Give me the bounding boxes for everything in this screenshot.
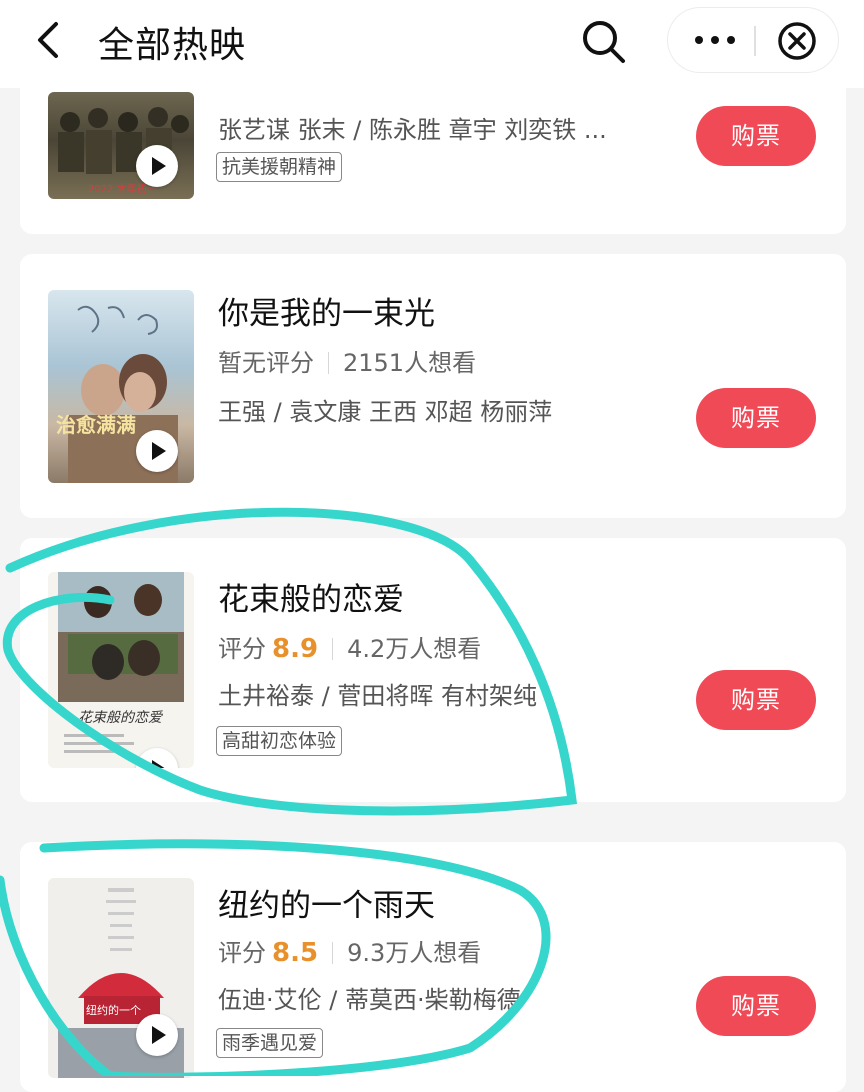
movie-poster[interactable]: 花束般的恋爱 [48, 572, 194, 768]
top-nav-bar: 全部热映 [0, 0, 864, 88]
movie-card[interactable]: 纽约的一个 纽约的一个雨天 评分 8.5 9.3万人想看 伍迪·艾伦 / 蒂莫西·柴… [20, 842, 846, 1092]
rating-label: 评分 [218, 635, 266, 663]
rating-score: 8.9 [272, 634, 319, 664]
movie-tag: 抗美援朝精神 [216, 152, 343, 182]
meta-divider [332, 942, 334, 964]
buy-ticket-button[interactable]: 购票 [696, 388, 816, 448]
movie-cast: 土井裕泰 / 菅田将晖 有村架纯 [218, 682, 537, 710]
movie-poster[interactable]: 2022 大年初一 [48, 92, 194, 199]
movie-meta: 评分 8.5 9.3万人想看 [218, 933, 481, 968]
poster-text: 花束般的恋爱 [78, 710, 163, 726]
page-title: 全部热映 [98, 25, 247, 66]
movie-cast: 王强 / 袁文康 王西 邓超 杨丽萍 [218, 398, 553, 426]
buy-ticket-button[interactable]: 购票 [696, 670, 816, 730]
meta-divider [328, 352, 329, 374]
want-count: 2151人想看 [343, 349, 477, 377]
rating-score: 8.5 [272, 938, 319, 968]
mini-program-capsule [668, 8, 838, 72]
movie-title[interactable]: 花束般的恋爱 [218, 574, 404, 619]
movie-card[interactable]: 花束般的恋爱 花束般的恋爱 评分 8.9 4.2万人想看 土井裕泰 / 菅田将晖 有… [20, 538, 846, 802]
close-icon[interactable] [776, 20, 818, 62]
movie-poster[interactable]: 治愈满满 [48, 290, 194, 483]
back-icon[interactable] [30, 18, 70, 62]
movie-tag: 雨季遇见爱 [216, 1028, 324, 1058]
play-icon[interactable] [136, 145, 178, 187]
movie-meta: 评分 8.9 4.2万人想看 [218, 629, 481, 664]
movie-title[interactable]: 你是我的一束光 [218, 288, 435, 333]
poster-text: 治愈满满 [56, 413, 136, 437]
movie-tag: 高甜初恋体验 [216, 726, 343, 756]
meta-divider [332, 638, 334, 660]
movie-cast: 伍迪·艾伦 / 蒂莫西·柴勒梅德 [218, 986, 521, 1014]
want-count: 4.2万人想看 [347, 635, 482, 663]
capsule-divider [754, 26, 756, 56]
search-icon[interactable] [578, 16, 628, 66]
rating-label: 评分 [218, 939, 266, 967]
poster-text: 纽约的一个 [86, 1003, 141, 1017]
movie-title[interactable]: 纽约的一个雨天 [218, 880, 435, 925]
buy-ticket-button[interactable]: 购票 [696, 976, 816, 1036]
movie-poster[interactable]: 纽约的一个 [48, 878, 194, 1078]
play-icon[interactable] [136, 430, 178, 472]
play-icon[interactable] [136, 1014, 178, 1056]
rating-label: 暂无评分 [218, 349, 314, 377]
movie-meta: 暂无评分 2151人想看 [218, 343, 476, 378]
movie-cast: 张艺谋 张末 / 陈永胜 章宇 刘奕铁 ... [218, 116, 607, 144]
want-count: 9.3万人想看 [347, 939, 482, 967]
buy-ticket-button[interactable]: 购票 [696, 106, 816, 166]
movie-card[interactable]: 治愈满满 你是我的一束光 暂无评分 2151人想看 王强 / 袁文康 王西 邓超 … [20, 254, 846, 518]
more-icon[interactable] [688, 22, 742, 58]
